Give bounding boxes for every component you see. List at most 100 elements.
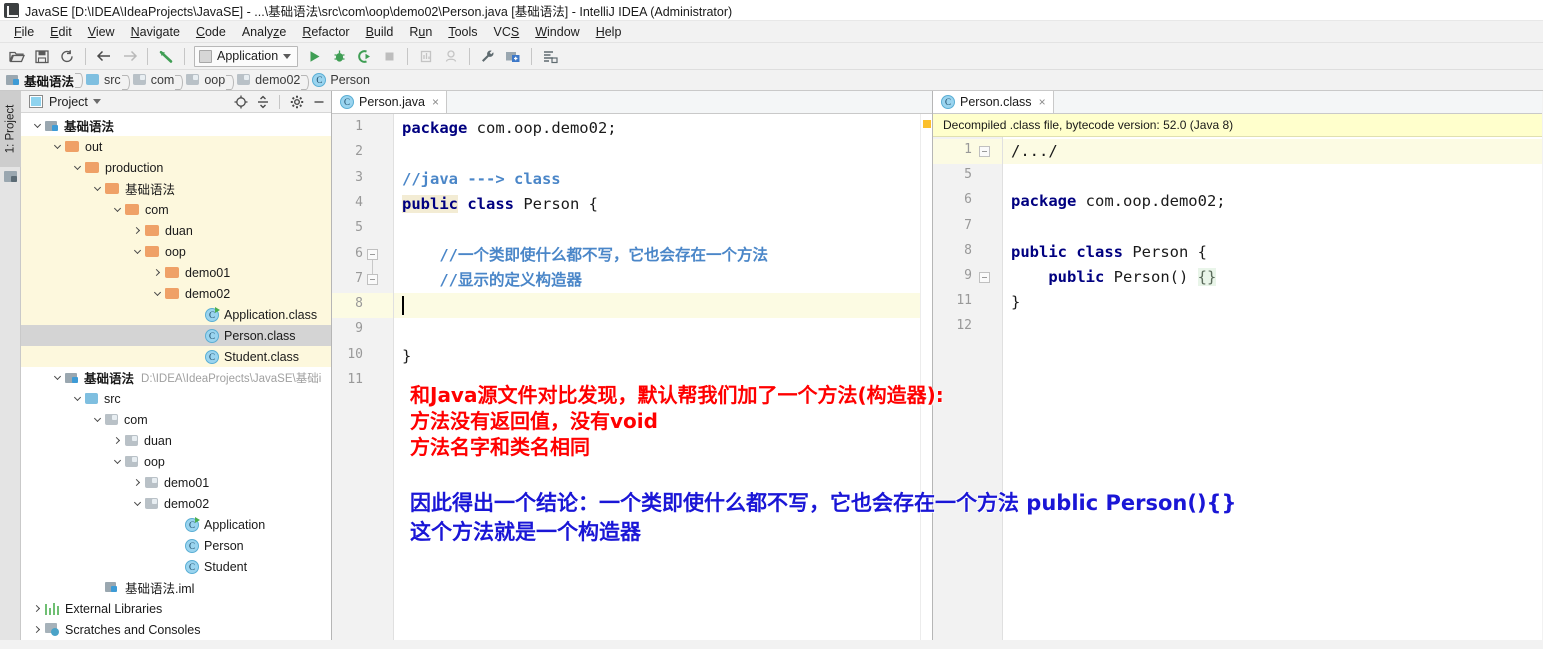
breadcrumb-item-Person[interactable]: C Person	[312, 73, 379, 87]
menu-item-run[interactable]: Run	[401, 24, 440, 40]
tree-item-demo02[interactable]: demo02	[21, 493, 331, 514]
back-arrow-icon[interactable]	[92, 45, 116, 67]
chevron-right-icon[interactable]	[29, 601, 45, 617]
undo-arrow-icon[interactable]	[154, 45, 178, 67]
code-fold-marker[interactable]	[367, 248, 378, 260]
target-locate-icon[interactable]	[232, 93, 249, 110]
sync-refresh-icon[interactable]	[55, 45, 79, 67]
code-area-right[interactable]: 1 5 6 7 8 9 11 12 /.../package com.oop.demo02; p…	[933, 137, 1542, 640]
tree-item-demo01[interactable]: demo01	[21, 262, 331, 283]
chevron-down-icon[interactable]	[283, 53, 292, 59]
chevron-down-icon[interactable]	[89, 181, 105, 197]
chevron-right-icon[interactable]	[109, 433, 125, 449]
forward-arrow-icon[interactable]	[117, 45, 141, 67]
menu-item-vcs[interactable]: VCS	[486, 24, 528, 40]
chevron-down-icon[interactable]	[49, 139, 65, 155]
warning-marker[interactable]	[923, 120, 931, 128]
tree-item-External-Libraries[interactable]: External Libraries	[21, 598, 331, 619]
chevron-down-icon[interactable]	[129, 244, 145, 260]
project-tree[interactable]: 基础语法 out production 基础语法 com duan oop demo01 dem…	[21, 113, 331, 640]
menu-item-analyze[interactable]: Analyze	[234, 24, 294, 40]
menu-item-refactor[interactable]: Refactor	[294, 24, 357, 40]
chevron-right-icon[interactable]	[149, 265, 165, 281]
tree-item-duan[interactable]: duan	[21, 220, 331, 241]
run-icon[interactable]	[302, 45, 326, 67]
chevron-down-icon[interactable]	[129, 496, 145, 512]
tree-item-duan[interactable]: duan	[21, 430, 331, 451]
breadcrumb-item-src[interactable]: src	[86, 73, 130, 90]
save-all-icon[interactable]	[30, 45, 54, 67]
menu-item-help[interactable]: Help	[588, 24, 630, 40]
tree-item-基础语法[interactable]: 基础语法 D:\IDEA\IdeaProjects\JavaSE\基础i	[21, 367, 331, 388]
tab-person-java[interactable]: C Person.java ×	[332, 91, 448, 113]
menu-item-code[interactable]: Code	[188, 24, 234, 40]
tree-item-oop[interactable]: oop	[21, 241, 331, 262]
gutter-left[interactable]: 1 2 3 4 5 6 7 8 9 10 11	[332, 114, 394, 640]
chevron-down-icon[interactable]	[69, 160, 85, 176]
menu-item-edit[interactable]: Edit	[42, 24, 80, 40]
breadcrumb-item-demo02[interactable]: demo02	[237, 73, 310, 90]
menu-bar[interactable]: File Edit View Navigate Code Analyze Refactor B…	[0, 21, 1543, 43]
tab-person-class[interactable]: C Person.class ×	[933, 91, 1054, 113]
breadcrumb-item-基础语法[interactable]: 基础语法	[6, 71, 84, 90]
run-configuration-selector[interactable]: Application	[194, 45, 299, 67]
hide-minimize-icon[interactable]	[310, 93, 327, 110]
tree-item-production[interactable]: production	[21, 157, 331, 178]
tree-item-demo01[interactable]: demo01	[21, 472, 331, 493]
chevron-right-icon[interactable]	[129, 475, 145, 491]
menu-item-navigate[interactable]: Navigate	[123, 24, 188, 40]
chevron-down-icon[interactable]	[49, 370, 65, 386]
tree-item-Student-class[interactable]: C Student.class	[21, 346, 331, 367]
chevron-down-icon[interactable]	[29, 118, 45, 134]
code-fold-marker[interactable]	[979, 146, 990, 157]
menu-item-tools[interactable]: Tools	[440, 24, 485, 40]
run-with-coverage-icon[interactable]	[352, 45, 376, 67]
breadcrumb-item-oop[interactable]: oop	[186, 73, 235, 90]
tree-item-com[interactable]: com	[21, 199, 331, 220]
tree-item-Application[interactable]: C Application	[21, 514, 331, 535]
tree-item-Student[interactable]: C Student	[21, 556, 331, 577]
code-content-right[interactable]: /.../ package com.oop.demo02; public class…	[1003, 137, 1542, 640]
open-folder-icon[interactable]	[5, 45, 29, 67]
chevron-down-icon[interactable]	[149, 286, 165, 302]
chevron-down-icon[interactable]	[109, 454, 125, 470]
settings-wrench-icon[interactable]	[476, 45, 500, 67]
close-icon[interactable]: ×	[432, 96, 439, 108]
chevron-down-icon[interactable]	[69, 391, 85, 407]
tree-item-Person-class[interactable]: C Person.class	[21, 325, 331, 346]
code-fold-marker[interactable]	[367, 273, 378, 285]
menu-item-view[interactable]: View	[80, 24, 123, 40]
tree-item-src[interactable]: src	[21, 388, 331, 409]
gutter-right[interactable]: 1 5 6 7 8 9 11 12	[933, 137, 1003, 640]
chevron-right-icon[interactable]	[129, 223, 145, 239]
tree-item-Scratches-and-Consoles[interactable]: Scratches and Consoles	[21, 619, 331, 640]
tree-item-com[interactable]: com	[21, 409, 331, 430]
chevron-right-icon[interactable]	[29, 622, 45, 638]
tree-item-Application-class[interactable]: C Application.class	[21, 304, 331, 325]
tree-item-基础语法-iml[interactable]: 基础语法.iml	[21, 577, 331, 598]
tree-item-基础语法[interactable]: 基础语法	[21, 115, 331, 136]
code-content-left[interactable]: package com.oop.demo02; //java ---> class…	[394, 114, 932, 640]
project-structure-icon[interactable]	[4, 171, 17, 182]
tree-item-oop[interactable]: oop	[21, 451, 331, 472]
chevron-down-icon[interactable]	[109, 202, 125, 218]
search-everywhere-icon[interactable]	[538, 45, 562, 67]
settings-gear-icon[interactable]	[288, 93, 305, 110]
code-area-left[interactable]: 1 2 3 4 5 6 7 8 9 10 11 package com.oop.demo02; //j…	[332, 114, 932, 640]
project-structure-icon[interactable]	[501, 45, 525, 67]
debug-icon[interactable]	[327, 45, 351, 67]
tool-window-tab-project[interactable]: 1: Project	[0, 91, 21, 167]
menu-item-file[interactable]: File	[6, 24, 42, 40]
close-icon[interactable]: ×	[1039, 96, 1046, 108]
marker-strip-left[interactable]	[920, 114, 932, 640]
tree-item-基础语法[interactable]: 基础语法	[21, 178, 331, 199]
tree-item-Person[interactable]: C Person	[21, 535, 331, 556]
tree-item-demo02[interactable]: demo02	[21, 283, 331, 304]
code-fold-marker[interactable]	[979, 272, 990, 283]
menu-item-build[interactable]: Build	[358, 24, 402, 40]
tree-item-out[interactable]: out	[21, 136, 331, 157]
menu-item-window[interactable]: Window	[527, 24, 587, 40]
chevron-down-icon[interactable]	[89, 412, 105, 428]
chevron-down-icon[interactable]	[92, 99, 101, 104]
collapse-all-icon[interactable]	[254, 93, 271, 110]
